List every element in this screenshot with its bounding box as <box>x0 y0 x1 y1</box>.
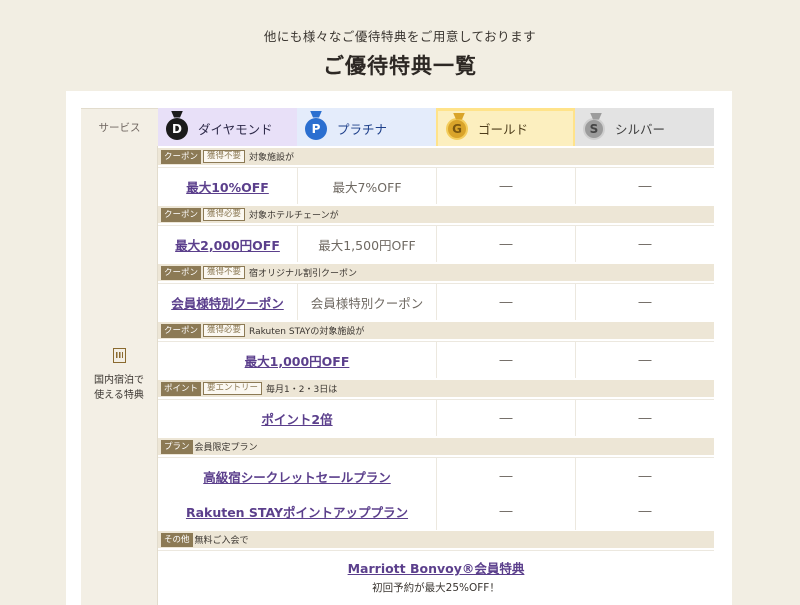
tier-header-gold: G ゴールド <box>436 108 575 146</box>
diamond-benefit-link[interactable]: 会員様特別クーポン <box>171 293 284 312</box>
service-column-header: サービス <box>81 108 158 146</box>
cell-gold: ― <box>436 493 575 530</box>
benefit-category-row: プラン 会員限定プラン <box>158 438 714 455</box>
benefit-type-badge: その他 <box>161 532 193 547</box>
entry-condition-badge: 獲得不要 <box>203 150 246 163</box>
cell-platinum: 最大1,500円OFF <box>297 226 436 262</box>
benefit-row: Rakuten STAYポイントアッププラン ― ― <box>158 493 714 530</box>
cell-silver: ― <box>575 493 714 530</box>
service-category-cell: 国内宿泊で 使える特典 <box>81 146 158 605</box>
benefit-row: 最大1,000円OFF ― ― <box>158 341 714 378</box>
cell-gold: ― <box>436 226 575 262</box>
benefit-description: 会員限定プラン <box>194 443 258 453</box>
gold-medal-icon: G <box>446 117 468 140</box>
entry-condition-badge: 要エントリー <box>203 382 263 395</box>
cell-silver: ― <box>575 342 714 378</box>
silver-medal-icon: S <box>583 117 605 140</box>
cell-silver: ― <box>575 458 714 494</box>
cell-silver: ― <box>575 400 714 436</box>
benefit-category-row: クーポン 獲得不要 宿オリジナル割引クーポン <box>158 264 714 281</box>
diamond-medal-icon: D <box>166 117 188 140</box>
benefit-row: 高級宿シークレットセールプラン ― ― <box>158 457 714 494</box>
cell-platinum: 会員様特別クーポン <box>297 284 436 320</box>
benefit-type-badge: クーポン <box>161 323 202 338</box>
building-icon <box>112 348 126 363</box>
entry-condition-badge: 獲得不要 <box>203 266 246 279</box>
service-header-label: サービス <box>98 122 141 134</box>
cell-diamond-platinum: 最大1,000円OFF <box>158 342 436 378</box>
benefit-type-badge: クーポン <box>161 207 202 222</box>
benefit-description: 対象ホテルチェーンが <box>249 211 339 221</box>
cell-diamond-platinum: 高級宿シークレットセールプラン <box>158 458 436 494</box>
tier-label-diamond: ダイヤモンド <box>198 122 273 137</box>
page-title: ご優待特典一覧 <box>323 53 477 78</box>
cell-gold: ― <box>436 284 575 320</box>
cell-gold: ― <box>436 458 575 494</box>
benefit-category-row: クーポン 獲得必要 Rakuten STAYの対象施設が <box>158 322 714 339</box>
tier-header-silver: S シルバー <box>575 108 714 146</box>
benefit-type-badge: プラン <box>161 439 193 454</box>
tier-label-silver: シルバー <box>615 122 666 137</box>
secret-sale-plan-link[interactable]: 高級宿シークレットセールプラン <box>203 467 391 486</box>
cell-gold: ― <box>436 342 575 378</box>
double-points-link[interactable]: ポイント2倍 <box>261 409 332 428</box>
benefit-type-badge: クーポン <box>161 265 202 280</box>
rakuten-stay-coupon-link[interactable]: 最大1,000円OFF <box>245 351 350 370</box>
benefit-row: 最大10%OFF 最大7%OFF ― ― <box>158 167 714 204</box>
platinum-medal-icon: P <box>305 117 327 140</box>
point-up-plan-link[interactable]: Rakuten STAYポイントアッププラン <box>186 502 408 521</box>
benefit-description: 毎月1・2・3日は <box>266 385 338 395</box>
cell-diamond: 最大10%OFF <box>158 168 297 204</box>
benefit-description: 無料ご入会で <box>194 536 249 546</box>
cell-silver: ― <box>575 284 714 320</box>
tier-header-platinum: P プラチナ <box>297 108 436 146</box>
cell-diamond-platinum: Rakuten STAYポイントアッププラン <box>158 493 436 530</box>
benefit-type-badge: ポイント <box>161 381 202 396</box>
tier-label-platinum: プラチナ <box>337 122 388 137</box>
tier-header-diamond: D ダイヤモンド <box>158 108 297 146</box>
cell-diamond: 会員様特別クーポン <box>158 284 297 320</box>
diamond-benefit-link[interactable]: 最大2,000円OFF <box>175 235 280 254</box>
benefit-description: Rakuten STAYの対象施設が <box>249 327 365 337</box>
cell-platinum: 最大7%OFF <box>297 168 436 204</box>
entry-condition-badge: 獲得必要 <box>203 208 246 221</box>
benefit-category-row: クーポン 獲得必要 対象ホテルチェーンが <box>158 206 714 223</box>
lead-text: 他にも様々なご優待特典をご用意しております <box>263 29 537 44</box>
tier-label-gold: ゴールド <box>478 122 529 137</box>
entry-condition-badge: 獲得必要 <box>203 324 246 337</box>
benefit-category-row: ポイント 要エントリー 毎月1・2・3日は <box>158 380 714 397</box>
cell-gold: ― <box>436 400 575 436</box>
cell-silver: ― <box>575 226 714 262</box>
benefit-category-row: その他 無料ご入会で <box>158 531 714 548</box>
service-category-label: 国内宿泊で 使える特典 <box>94 375 144 401</box>
benefit-row: 最大2,000円OFF 最大1,500円OFF ― ― <box>158 225 714 262</box>
marriott-bonvoy-link[interactable]: Marriott Bonvoy®会員特典 <box>348 558 525 577</box>
cell-diamond: 最大2,000円OFF <box>158 226 297 262</box>
marriott-discount-note: 初回予約が最大25%OFF！ <box>372 582 500 594</box>
benefit-row: 会員様特別クーポン 会員様特別クーポン ― ― <box>158 283 714 320</box>
cell-silver: ― <box>575 168 714 204</box>
benefit-type-badge: クーポン <box>161 149 202 164</box>
cell-gold: ― <box>436 168 575 204</box>
benefit-category-row: クーポン 獲得不要 対象施設が <box>158 148 714 165</box>
benefit-description: 宿オリジナル割引クーポン <box>249 269 358 279</box>
benefit-row: Marriott Bonvoy®会員特典 初回予約が最大25%OFF！ <box>158 550 714 602</box>
benefit-row: ポイント2倍 ― ― <box>158 399 714 436</box>
diamond-benefit-link[interactable]: 最大10%OFF <box>186 177 269 196</box>
cell-diamond-platinum: ポイント2倍 <box>158 400 436 436</box>
benefit-description: 対象施設が <box>249 153 295 163</box>
cell-all-tiers: Marriott Bonvoy®会員特典 初回予約が最大25%OFF！ <box>158 551 714 602</box>
